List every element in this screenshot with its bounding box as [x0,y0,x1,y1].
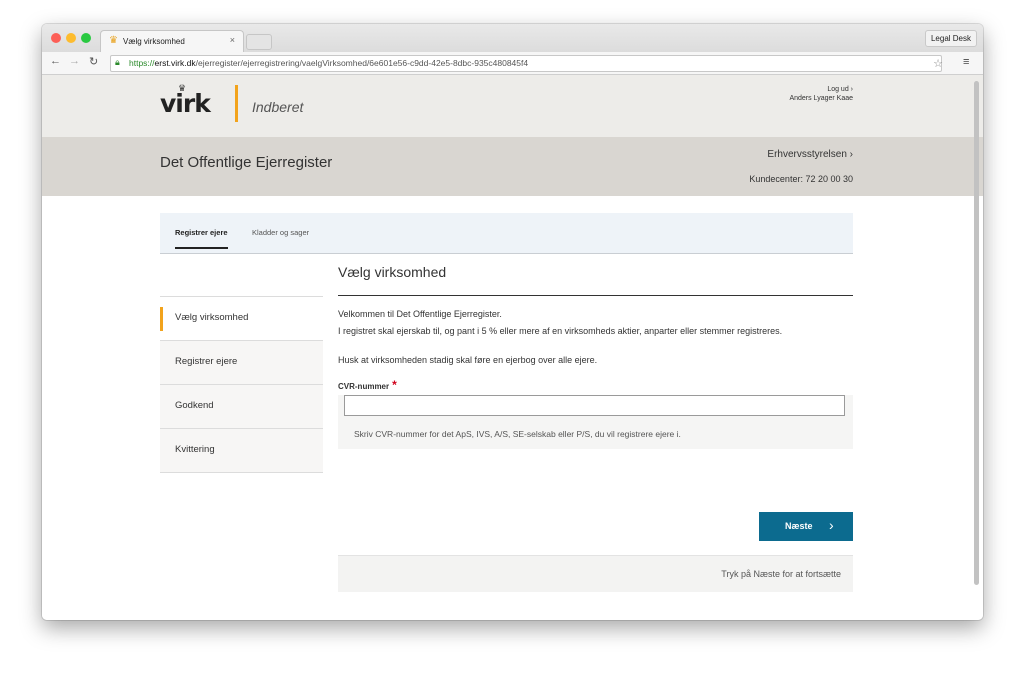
web-page: ♛ virk Indberet Log ud › Anders Lyager K… [42,75,983,620]
bookmark-star-icon[interactable]: ☆ [933,57,943,70]
intro-line: Velkommen til Det Offentlige Ejerregiste… [338,309,502,319]
register-header: Det Offentlige Ejerregister Erhvervsstyr… [42,137,983,196]
reload-icon[interactable]: ↻ [89,55,98,68]
next-label: Næste [785,521,813,531]
browser-toolbar: ← → ↻ 🔒︎ https://erst.virk.dk/ejerregist… [42,52,983,75]
lock-icon: 🔒︎ [115,57,120,67]
step-label: Vælg virksomhed [175,312,249,323]
divider [160,472,323,473]
forward-arrow-icon[interactable]: → [69,55,80,67]
minimize-window-button[interactable] [66,33,76,43]
crown-favicon-icon: ♛ [109,35,118,46]
next-button[interactable]: Næste › [759,512,853,541]
authority-link[interactable]: Erhvervsstyrelsen › [767,149,853,160]
step-navigation: Vælg virksomhed Registrer ejere Godkend … [160,296,323,473]
required-marker: * [392,378,397,392]
page-tabs: Registrer ejere Kladder og sager [160,213,853,254]
step-vaelg-virksomhed[interactable]: Vælg virksomhed [160,296,323,340]
step-label: Kvittering [175,444,215,455]
cvr-label: CVR-nummer [338,382,390,391]
cvr-help-text: Skriv CVR-nummer for det ApS, IVS, A/S, … [354,429,681,439]
step-kvittering[interactable]: Kvittering [160,428,323,472]
step-godkend[interactable]: Godkend [160,384,323,428]
intro-text: Velkommen til Det Offentlige Ejerregiste… [338,306,853,369]
content-title: Vælg virksomhed [338,262,853,296]
tab-registrer-ejere[interactable]: Registrer ejere [175,228,228,249]
cvr-field-group: Skriv CVR-nummer for det ApS, IVS, A/S, … [338,395,853,449]
tab-close-icon[interactable]: × [230,35,235,45]
address-bar[interactable]: 🔒︎ https://erst.virk.dk/ejerregister/eje… [110,55,943,72]
tab-strip: ♛ Vælg virksomhed × Legal Desk [42,24,983,53]
user-area: Log ud › Anders Lyager Kaae [789,85,853,103]
chevron-right-icon: › [829,517,834,533]
page-title: Det Offentlige Ejerregister [160,154,333,171]
logo-subtitle: Indberet [252,99,304,115]
browser-tab[interactable]: ♛ Vælg virksomhed × [100,30,244,53]
tab-kladder-og-sager[interactable]: Kladder og sager [252,228,309,237]
logo-divider [235,85,238,122]
user-name: Anders Lyager Kaae [789,95,853,102]
step-label: Godkend [175,400,214,411]
cvr-input[interactable] [344,395,845,416]
step-registrer-ejere[interactable]: Registrer ejere [160,340,323,384]
cvr-label-row: CVR-nummer * [338,378,853,392]
menu-icon[interactable]: ≡ [963,56,969,68]
footer-hint-bar: Tryk på Næste for at fortsætte [338,555,853,592]
logo-text: virk [160,89,211,118]
step-label: Registrer ejere [175,356,238,367]
main-content: Vælg virksomhed Velkommen til Det Offent… [338,262,853,449]
intro-line: I registret skal ejerskab til, og pant i… [338,326,783,336]
scrollbar[interactable] [974,81,979,585]
tab-title: Vælg virksomhed [123,37,185,46]
profile-button[interactable]: Legal Desk [924,30,977,47]
site-header: ♛ virk Indberet Log ud › Anders Lyager K… [42,75,983,137]
logout-link[interactable]: Log ud › [789,85,853,94]
url-text: https://erst.virk.dk/ejerregister/ejerre… [129,58,529,68]
intro-line: Husk at virksomheden stadig skal føre en… [338,355,598,365]
browser-window: ♛ Vælg virksomhed × Legal Desk ← → ↻ 🔒︎ … [42,24,983,620]
back-arrow-icon[interactable]: ← [50,55,61,67]
zoom-window-button[interactable] [81,33,91,43]
customer-center-phone: Kundecenter: 72 20 00 30 [749,174,853,184]
close-window-button[interactable] [51,33,61,43]
new-tab-button[interactable] [246,34,272,50]
footer-hint-text: Tryk på Næste for at fortsætte [721,569,841,579]
